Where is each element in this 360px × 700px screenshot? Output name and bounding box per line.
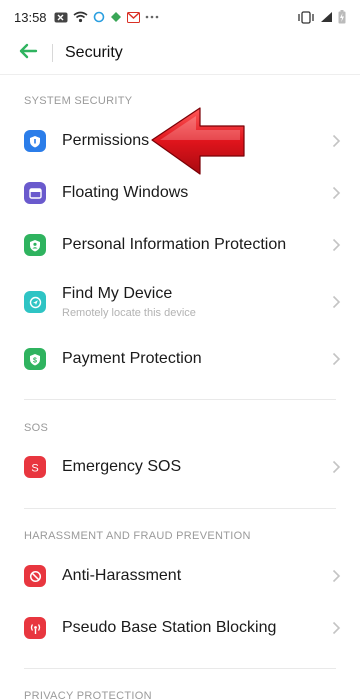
vibrate-icon — [297, 10, 315, 24]
shield-icon — [24, 130, 46, 152]
app-header: Security — [0, 34, 360, 72]
settings-item-pseudo-base-station-blocking[interactable]: Pseudo Base Station Blocking — [0, 602, 360, 654]
pseudo-base-station-blocking-label: Pseudo Base Station Blocking — [62, 619, 277, 636]
arrow-left-icon — [18, 43, 38, 64]
locate-icon — [24, 291, 46, 313]
window-icon — [24, 182, 46, 204]
wifi-icon — [73, 11, 88, 23]
chevron-right-icon — [330, 237, 342, 253]
chevron-right-icon — [330, 459, 342, 475]
chevron-right-icon — [330, 351, 342, 367]
block-icon — [24, 565, 46, 587]
battery-charging-icon — [338, 10, 346, 24]
header-divider — [52, 44, 53, 62]
more-dots-icon — [145, 14, 159, 20]
section-divider — [24, 508, 336, 509]
section-header-privacy-protection: PRIVACY PROTECTION — [24, 690, 152, 700]
payment-protection-label: Payment Protection — [62, 350, 202, 367]
find-my-device-sublabel: Remotely locate this device — [62, 307, 196, 319]
section-header-system-security: SYSTEM SECURITY — [24, 95, 133, 107]
header-separator — [0, 74, 360, 75]
app-notification-icon — [110, 11, 122, 23]
sos-icon: S — [24, 456, 46, 478]
chevron-right-icon — [330, 620, 342, 636]
settings-item-find-my-device[interactable]: Find My Device Remotely locate this devi… — [0, 274, 360, 330]
section-header-harassment-fraud: HARASSMENT AND FRAUD PREVENTION — [24, 530, 251, 542]
payment-shield-icon: $ — [24, 348, 46, 370]
anti-harassment-label: Anti-Harassment — [62, 567, 182, 584]
settings-item-emergency-sos[interactable]: S Emergency SOS — [0, 441, 360, 493]
settings-item-anti-harassment[interactable]: Anti-Harassment — [0, 550, 360, 602]
svg-text:$: $ — [33, 357, 37, 364]
settings-item-payment-protection[interactable]: $ Payment Protection — [0, 333, 360, 385]
permissions-label: Permissions — [62, 132, 150, 149]
emergency-sos-label: Emergency SOS — [62, 458, 182, 475]
section-divider — [24, 668, 336, 669]
page-title: Security — [65, 44, 123, 61]
personal-information-protection-label: Personal Information Protection — [62, 236, 287, 253]
section-divider — [24, 399, 336, 400]
chevron-right-icon — [330, 294, 342, 310]
find-my-device-label: Find My Device — [62, 285, 173, 302]
annotation-arrow-icon — [151, 107, 245, 175]
status-time: 13:58 — [14, 9, 47, 25]
svg-text:S: S — [31, 462, 38, 474]
settings-item-personal-information-protection[interactable]: Personal Information Protection — [0, 219, 360, 271]
chevron-right-icon — [330, 568, 342, 584]
floating-windows-label: Floating Windows — [62, 184, 189, 201]
chevron-right-icon — [330, 185, 342, 201]
antenna-icon — [24, 617, 46, 639]
signal-icon — [320, 11, 333, 23]
person-shield-icon — [24, 234, 46, 256]
status-bar: 13:58 — [0, 0, 360, 34]
vpn-icon — [93, 11, 105, 23]
chevron-right-icon — [330, 133, 342, 149]
section-header-sos: SOS — [24, 422, 49, 434]
screen-record-icon — [54, 12, 68, 23]
gmail-icon — [126, 11, 140, 23]
